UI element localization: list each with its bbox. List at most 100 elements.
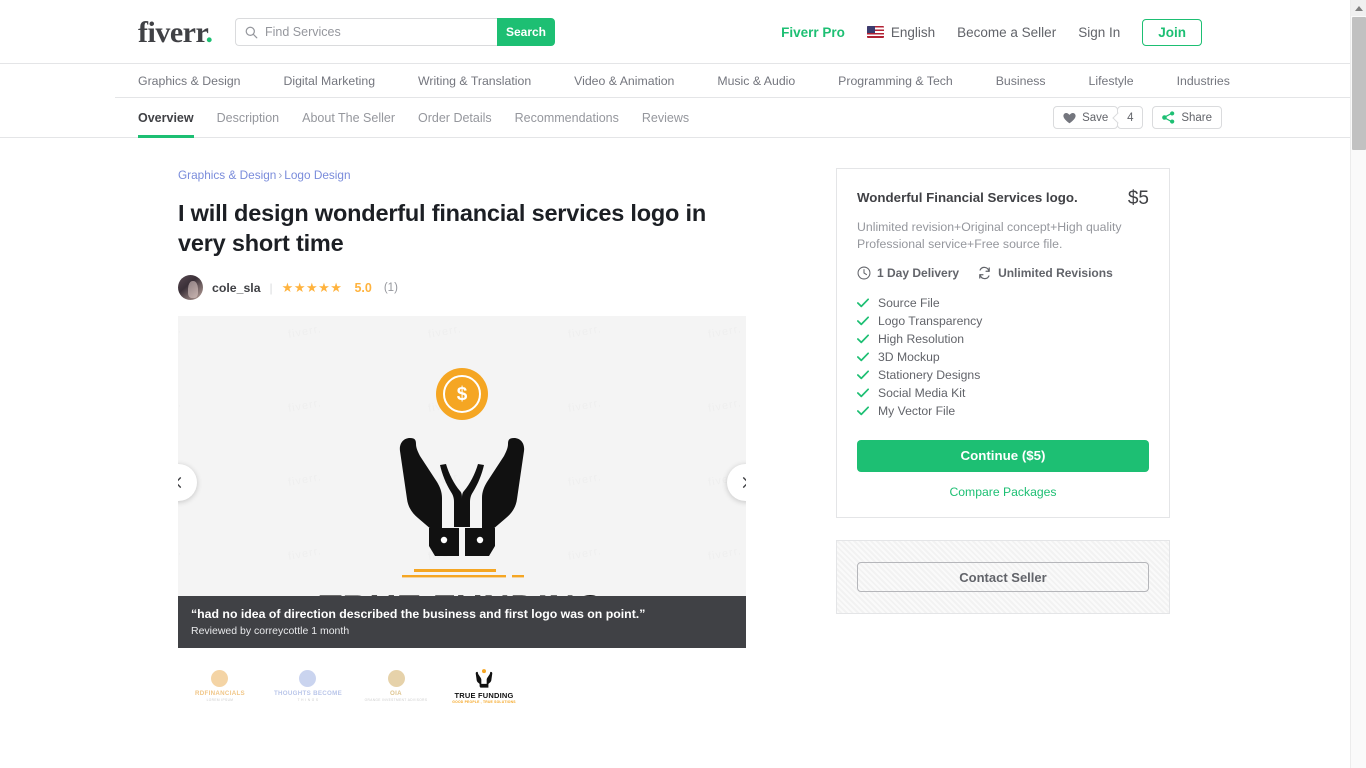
seller-info-row: cole_sla | ★★★★★ 5.0 (1) (178, 275, 746, 300)
gig-main-column: Graphics & Design › Logo Design I will des… (178, 139, 746, 768)
tab-order-details[interactable]: Order Details (418, 98, 492, 138)
cupped-hands-icon (475, 668, 493, 688)
delivery-label: 1 Day Delivery (877, 266, 960, 280)
gallery-thumbnail[interactable]: THOUGHTS BECOME T H I N G S (266, 658, 350, 714)
tab-description[interactable]: Description (217, 98, 280, 138)
gallery-thumbnail[interactable]: TRUE FUNDING GOOD PEOPLE , TRUE SOLUTIONS (442, 658, 526, 714)
package-price: $5 (1127, 188, 1149, 209)
search-input[interactable] (265, 25, 497, 39)
thumbnail-tagline: T H I N G S (297, 698, 319, 702)
rating-count: (1) (383, 281, 398, 294)
page-scrollbar[interactable] (1350, 0, 1366, 768)
gig-tab-nav: Overview Description About The Seller Order… (0, 98, 1350, 138)
tab-recommendations[interactable]: Recommendations (515, 98, 619, 138)
package-feature-item: Logo Transparency (857, 312, 1149, 330)
cupped-hands-icon (399, 438, 525, 556)
gallery-thumbnails: RDFINANCIALS LOREM IPSUM THOUGHTS BECOME T … (178, 658, 746, 714)
header-right-nav: Fiverr Pro English Become a Seller Sign … (781, 0, 1202, 64)
category-nav-item[interactable]: Programming & Tech (838, 74, 953, 88)
watermark-text: fiverr. (427, 323, 463, 341)
become-a-seller-link[interactable]: Become a Seller (957, 25, 1056, 40)
gallery-thumbnail[interactable]: RDFINANCIALS LOREM IPSUM (178, 658, 262, 714)
package-feature-item: Social Media Kit (857, 384, 1149, 402)
package-header: Wonderful Financial Services logo. $5 (837, 169, 1169, 209)
clock-icon (857, 266, 871, 280)
save-button[interactable]: Save (1053, 106, 1119, 129)
feature-label: My Vector File (878, 404, 956, 418)
breadcrumb-category[interactable]: Graphics & Design (178, 168, 276, 182)
category-nav-item[interactable]: Music & Audio (717, 74, 795, 88)
package-feature-item: Stationery Designs (857, 366, 1149, 384)
contact-seller-button[interactable]: Contact Seller (857, 562, 1149, 592)
category-nav-item[interactable]: Business (996, 74, 1046, 88)
category-nav-item[interactable]: Graphics & Design (138, 74, 241, 88)
sign-in-link[interactable]: Sign In (1078, 25, 1120, 40)
review-author: Reviewed by correycottle 1 month (191, 625, 350, 637)
share-icon (1162, 111, 1175, 124)
fiverr-pro-link[interactable]: Fiverr Pro (781, 25, 845, 40)
chevron-right-icon (742, 477, 746, 488)
category-nav-item[interactable]: Industries (1177, 74, 1230, 88)
logo-text: fiverr (138, 16, 206, 49)
feature-label: Social Media Kit (878, 386, 966, 400)
tab-overview[interactable]: Overview (138, 98, 194, 138)
check-icon (857, 316, 869, 326)
share-button[interactable]: Share (1152, 106, 1222, 129)
revisions-label: Unlimited Revisions (998, 266, 1113, 280)
star-rating-icon: ★★★★★ (281, 279, 343, 295)
watermark-text: fiverr. (567, 323, 603, 341)
package-meta: 1 Day Delivery Unlimited Revisions (837, 253, 1169, 280)
rating-value: 5.0 (354, 280, 372, 295)
save-label: Save (1082, 111, 1109, 124)
watermark-text: fiverr. (178, 323, 183, 341)
continue-button[interactable]: Continue ($5) (857, 440, 1149, 472)
search-field-wrapper[interactable] (235, 18, 497, 46)
compare-packages-link[interactable]: Compare Packages (837, 472, 1169, 517)
thumbnail-mark-icon (299, 670, 317, 687)
feature-label: High Resolution (878, 332, 965, 346)
logo-dot: . (205, 16, 214, 49)
seller-username[interactable]: cole_sla (212, 281, 261, 295)
package-title: Wonderful Financial Services logo. (857, 190, 1078, 205)
gallery-thumbnail[interactable]: OIA ORANGE INVESTMENT ADVISORS (354, 658, 438, 714)
watermark-text: fiverr. (707, 323, 743, 341)
thumbnail-mark-icon (211, 670, 229, 687)
share-label: Share (1181, 111, 1212, 124)
join-button[interactable]: Join (1142, 18, 1202, 46)
package-card: Wonderful Financial Services logo. $5 Un… (836, 168, 1170, 518)
scrollbar-thumb[interactable] (1352, 17, 1366, 150)
fiverr-logo[interactable]: fiverr. (138, 17, 213, 49)
thumbnail-tagline: ORANGE INVESTMENT ADVISORS (364, 698, 428, 702)
chevron-left-icon (178, 477, 182, 488)
thumbnail-brand: THOUGHTS BECOME (273, 690, 343, 697)
category-nav-item[interactable]: Writing & Translation (418, 74, 531, 88)
breadcrumb: Graphics & Design › Logo Design (178, 168, 746, 182)
tab-reviews[interactable]: Reviews (642, 98, 689, 138)
scrollbar-up-arrow[interactable] (1351, 0, 1366, 16)
heart-icon (1063, 112, 1076, 123)
package-feature-item: 3D Mockup (857, 348, 1149, 366)
divider: | (269, 280, 273, 295)
review-quote: “had no idea of direction described the … (191, 607, 646, 621)
breadcrumb-subcategory[interactable]: Logo Design (284, 168, 350, 182)
feature-label: 3D Mockup (878, 350, 940, 364)
category-nav-item[interactable]: Lifestyle (1089, 74, 1134, 88)
avatar[interactable] (178, 275, 203, 300)
gig-sidebar: Wonderful Financial Services logo. $5 Un… (836, 168, 1170, 614)
thumbnail-brand: RDFINANCIALS (194, 690, 245, 697)
search-button[interactable]: Search (497, 18, 555, 46)
category-nav-item[interactable]: Video & Animation (574, 74, 674, 88)
breadcrumb-separator: › (278, 168, 283, 182)
coin-icon: $ (436, 368, 488, 420)
thumbnail-tagline: GOOD PEOPLE , TRUE SOLUTIONS (452, 699, 516, 704)
gallery-review-overlay: “had no idea of direction described the … (178, 596, 746, 648)
thumbnail-tagline: LOREM IPSUM (206, 698, 234, 702)
search-bar: Search (235, 18, 555, 46)
language-selector[interactable]: English (866, 25, 935, 40)
check-icon (857, 388, 869, 398)
watermark-text: fiverr. (287, 323, 323, 341)
category-nav: Graphics & Design Digital Marketing Writin… (0, 64, 1350, 98)
tab-about-the-seller[interactable]: About The Seller (302, 98, 395, 138)
category-nav-item[interactable]: Digital Marketing (283, 74, 375, 88)
feature-label: Logo Transparency (878, 314, 983, 328)
